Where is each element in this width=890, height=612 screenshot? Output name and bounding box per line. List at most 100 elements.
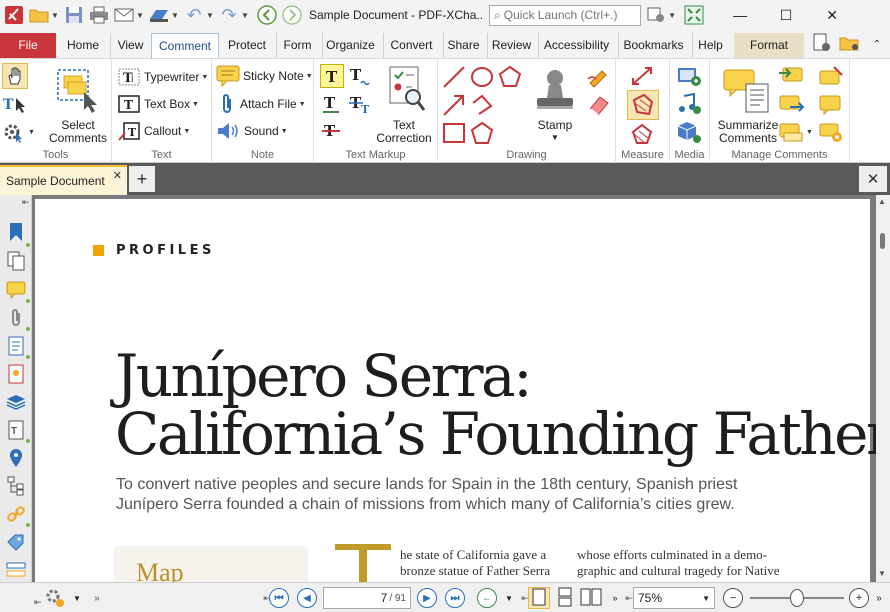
tab-home[interactable]: Home [60,33,106,58]
form-fields-icon[interactable] [5,559,27,581]
comment-settings-button[interactable] [818,120,846,144]
close-document-button[interactable]: ✕ [859,166,887,192]
first-page-button[interactable]: ⏮ [268,587,290,609]
3d-tool-button[interactable] [676,120,704,144]
back-icon[interactable] [256,4,278,26]
tab-help[interactable]: Help [692,33,728,58]
undo-dropdown-icon[interactable]: ▼ [205,11,215,20]
tab-review[interactable]: Review [487,33,535,58]
summarize-comments-button[interactable] [718,65,778,115]
audio-tool-button[interactable] [676,92,704,116]
tab-comment[interactable]: Comment [151,33,219,60]
scan-icon[interactable] [148,4,170,26]
statusbar-collapse-icon[interactable]: ⇤ [34,597,42,608]
open-folder-icon[interactable] [28,4,50,26]
new-tab-button[interactable]: + [129,166,155,192]
stamp-button[interactable] [530,67,580,117]
zoom-in-button[interactable]: + [848,587,870,609]
redo-icon[interactable]: ↷ [218,4,240,26]
document-properties-icon[interactable] [810,33,834,58]
scrollbar-thumb[interactable] [880,233,885,249]
document-tab[interactable]: Sample Document ✕ [0,165,127,195]
tab-organize[interactable]: Organize [322,33,378,58]
tab-share[interactable]: Share [443,33,483,58]
sticky-note-button[interactable]: Sticky Note ▼ [216,65,313,87]
structure-tree-icon[interactable] [5,475,27,497]
pages-thumbnails-icon[interactable] [5,250,27,272]
select-comments-button[interactable] [50,65,106,115]
select-annotation-button[interactable]: ▼ [2,120,40,144]
last-page-button[interactable]: ⏭ [444,587,466,609]
tab-protect[interactable]: Protect [222,33,272,58]
tab-accessibility[interactable]: Accessibility [538,33,614,58]
links-chain-icon[interactable] [5,503,27,525]
scroll-down-icon[interactable]: ▼ [878,569,886,578]
text-box-button[interactable]: T Text Box ▼ [118,94,199,114]
open-dropdown-icon[interactable]: ▼ [50,11,60,20]
perimeter-tool-button[interactable] [630,122,656,146]
settings-gear-icon[interactable] [645,4,667,26]
tab-form[interactable]: Form [276,33,318,58]
maximize-button[interactable]: ☐ [763,0,809,30]
tags-document-icon[interactable] [5,363,27,385]
cloud-pentagon-tool-button[interactable] [470,120,496,146]
zoom-out-button[interactable]: − [722,587,744,609]
find-folder-icon[interactable] [838,33,862,58]
distance-tool-button[interactable] [630,64,656,88]
settings-dropdown-icon[interactable]: ▼ [667,11,677,20]
video-tool-button[interactable] [676,64,704,88]
line-tool-button[interactable] [442,64,468,90]
tab-convert[interactable]: Convert [383,33,439,58]
quick-launch-input[interactable] [503,8,634,22]
hand-tool-button[interactable] [2,63,28,89]
destinations-icon[interactable]: T [5,419,27,441]
print-icon[interactable] [88,4,110,26]
comment-styles-button[interactable] [818,64,846,88]
statusbar-more-icon[interactable]: » [86,587,108,609]
eraser-tool-button[interactable] [586,92,612,118]
sound-button[interactable]: Sound ▼ [216,121,288,141]
select-text-button[interactable]: T [2,92,32,116]
attach-file-button[interactable]: Attach File ▼ [220,93,306,115]
scan-dropdown-icon[interactable]: ▼ [170,11,180,20]
strikeout-button[interactable]: T [320,120,346,144]
options-dropdown-icon[interactable]: ▼ [66,587,88,609]
page-number-field[interactable]: 7 / 91 [323,587,411,609]
callout-button[interactable]: T Callout ▼ [118,121,190,141]
single-page-button[interactable] [528,587,550,609]
rectangle-tool-button[interactable] [442,120,468,146]
forward-icon[interactable] [281,4,303,26]
zoom-slider-thumb[interactable] [790,589,804,607]
highlight-text-button[interactable]: T [320,64,344,88]
area-tool-button[interactable] [627,90,659,120]
layers-icon[interactable] [5,391,27,413]
options-gear-icon[interactable] [44,587,66,609]
save-icon[interactable] [63,4,85,26]
underline-button[interactable]: T [320,92,346,116]
polyline-tool-button[interactable] [470,92,496,118]
tab-view[interactable]: View [110,33,150,58]
polygon-tool-button[interactable] [498,64,524,90]
next-page-button[interactable]: ▶ [416,587,438,609]
import-comments-button[interactable] [778,64,806,88]
undo-icon[interactable]: ↶ [183,4,205,26]
stamp-dropdown-icon[interactable]: ▼ [528,131,582,144]
comments-pane-icon[interactable] [5,279,27,301]
email-dropdown-icon[interactable]: ▼ [135,11,145,20]
statusbar-overflow-icon[interactable]: » [868,587,890,609]
flatten-comments-button[interactable]: ▼ [778,120,818,144]
zoom-select[interactable]: 75% ▼ [633,587,715,609]
fullscreen-icon[interactable] [683,4,705,26]
show-comments-button[interactable] [818,92,846,116]
typewriter-button[interactable]: TI Typewriter ▼ [118,67,208,87]
close-tab-icon[interactable]: ✕ [113,169,122,182]
export-comments-button[interactable] [778,92,806,116]
minimize-button[interactable]: — [717,0,763,30]
scroll-up-icon[interactable]: ▲ [878,197,886,206]
previous-view-button[interactable]: ← [476,587,498,609]
tab-file[interactable]: File [0,33,56,58]
tab-bookmarks[interactable]: Bookmarks [618,33,688,58]
squiggly-button[interactable]: T [348,64,374,88]
pdf-page[interactable]: PROFILES Junípero Serra: California’s Fo… [35,199,876,582]
replace-text-button[interactable]: TT [348,92,374,116]
